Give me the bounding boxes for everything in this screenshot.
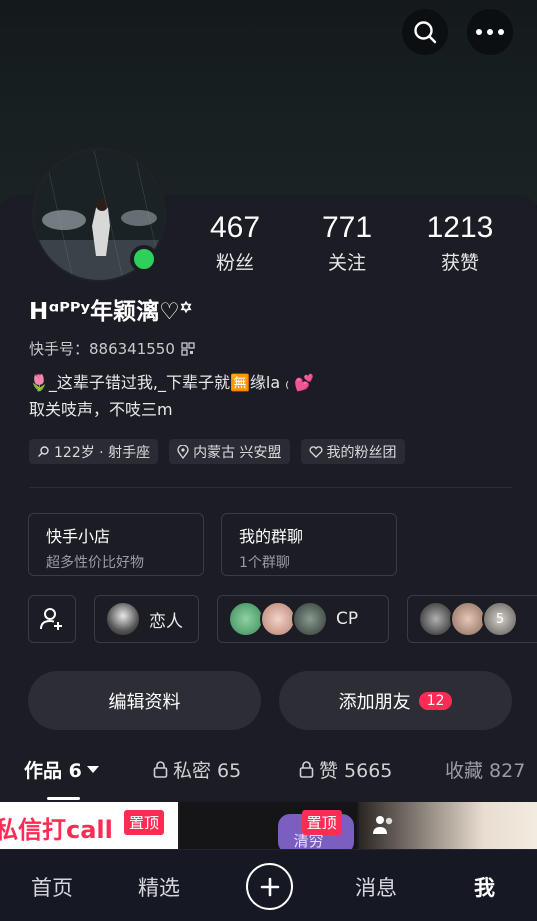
location-pin-icon <box>177 444 189 459</box>
nav-home[interactable]: 首页 <box>31 872 73 902</box>
tab-favorites[interactable]: 收藏 827 <box>445 756 525 783</box>
create-button[interactable] <box>246 863 293 910</box>
caret-down-icon <box>86 765 99 773</box>
stat-value: 771 <box>321 211 373 244</box>
nav-me[interactable]: 我 <box>474 872 495 902</box>
feature-title: 我的群聊 <box>239 527 304 546</box>
bio: 🌷_这辈子错过我,_下辈子就🈚缘la ₍ 💕 取关吱声，不吱三m <box>29 369 314 423</box>
feature-title: 快手小店 <box>46 527 111 546</box>
tag-fan-club[interactable]: 我的粉丝团 <box>300 439 405 464</box>
gender-female-icon <box>38 446 49 457</box>
profile-tags: 122岁 · 射手座 内蒙古 兴安盟 我的粉丝团 <box>29 439 405 464</box>
thumbnail-caption: 私信打call <box>0 816 113 844</box>
works-grid: 私信打call 置顶 清穷 置顶 <box>0 802 537 850</box>
relation-lover[interactable]: 恋人 <box>94 595 199 643</box>
cp-avatar <box>292 601 328 637</box>
tag-label: 内蒙古 兴安盟 <box>193 444 282 461</box>
friend-avatar <box>418 601 454 637</box>
edit-profile-button[interactable]: 编辑资料 <box>28 671 261 730</box>
add-friend-label: 添加朋友 <box>338 691 411 713</box>
tab-label: 作品 6 <box>24 760 82 782</box>
more-dots-icon <box>476 29 504 35</box>
relation-friends[interactable]: 5 <box>407 595 537 643</box>
feature-shop[interactable]: 快手小店 超多性价比好物 <box>28 513 204 576</box>
add-friend-badge: 12 <box>418 691 453 710</box>
nav-featured[interactable]: 精选 <box>138 872 180 902</box>
relation-cp[interactable]: CP <box>217 595 389 643</box>
search-icon <box>414 21 437 44</box>
nav-messages[interactable]: 消息 <box>355 872 397 902</box>
active-tab-indicator <box>47 797 80 800</box>
pinned-badge: 置顶 <box>301 810 342 835</box>
nickname: Hᵅᴾᴾʸ年颖漓♡꙳ <box>29 299 193 325</box>
divider <box>29 487 512 488</box>
tab-label: 赞 5665 <box>319 760 393 782</box>
tab-likes[interactable]: 赞 5665 <box>299 756 392 783</box>
tag-location[interactable]: 内蒙古 兴安盟 <box>169 439 290 464</box>
stat-likes[interactable]: 1213 获赞 <box>405 210 515 275</box>
feature-group-chat[interactable]: 我的群聊 1个群聊 <box>221 513 397 576</box>
lock-icon <box>299 761 314 778</box>
tab-label: 私密 65 <box>173 760 242 782</box>
stat-followers[interactable]: 467 粉丝 <box>180 210 290 275</box>
work-thumbnail[interactable]: 私信打call 置顶 <box>0 802 178 850</box>
search-button[interactable] <box>402 9 448 55</box>
add-user-icon <box>40 608 62 630</box>
tab-works[interactable]: 作品 6 <box>24 756 99 783</box>
friend-avatar <box>450 601 486 637</box>
lover-avatar <box>105 601 141 637</box>
bottom-navigation: 首页 精选 消息 我 <box>0 849 537 921</box>
stat-value: 1213 <box>426 211 494 244</box>
more-button[interactable] <box>467 9 513 55</box>
multi-user-icon <box>373 816 393 834</box>
edit-profile-label: 编辑资料 <box>108 691 181 713</box>
cp-avatar <box>228 601 264 637</box>
user-id[interactable]: 快手号：886341550 <box>29 338 195 359</box>
stat-label: 关注 <box>327 252 366 274</box>
stat-label: 粉丝 <box>215 252 254 274</box>
stat-label: 获赞 <box>440 252 479 274</box>
cp-avatar <box>260 601 296 637</box>
bio-line: 取关吱声，不吱三m <box>29 400 173 419</box>
friend-count-avatar: 5 <box>482 601 518 637</box>
feature-subtitle: 1个群聊 <box>239 555 290 571</box>
add-relation-button[interactable] <box>28 595 76 643</box>
online-status-dot <box>130 245 158 273</box>
plus-icon <box>260 877 279 896</box>
tab-private[interactable]: 私密 65 <box>153 756 241 783</box>
work-thumbnail[interactable]: 清穷 置顶 <box>179 802 358 850</box>
relation-label: CP <box>336 609 359 629</box>
work-thumbnail[interactable] <box>359 802 537 850</box>
feature-subtitle: 超多性价比好物 <box>46 555 144 571</box>
tag-age[interactable]: 122岁 · 射手座 <box>29 439 159 464</box>
user-id-text: 快手号：886341550 <box>29 340 175 358</box>
pinned-badge: 置顶 <box>124 810 165 835</box>
lock-icon <box>153 761 168 778</box>
add-friend-button[interactable]: 添加朋友 12 <box>279 671 512 730</box>
tab-label: 收藏 827 <box>445 760 526 782</box>
stat-following[interactable]: 771 关注 <box>292 210 402 275</box>
tag-label: 我的粉丝团 <box>326 444 397 461</box>
tag-label: 122岁 · 射手座 <box>54 444 151 461</box>
heart-outline-icon <box>309 445 323 458</box>
relation-label: 恋人 <box>149 611 183 632</box>
bio-line: 🌷_这辈子错过我,_下辈子就🈚缘la ₍ 💕 <box>29 373 315 392</box>
content-tabs: 作品 6 私密 65 赞 5665 收藏 827 <box>0 756 537 796</box>
stat-value: 467 <box>209 211 261 244</box>
qr-code-icon[interactable] <box>181 341 195 356</box>
